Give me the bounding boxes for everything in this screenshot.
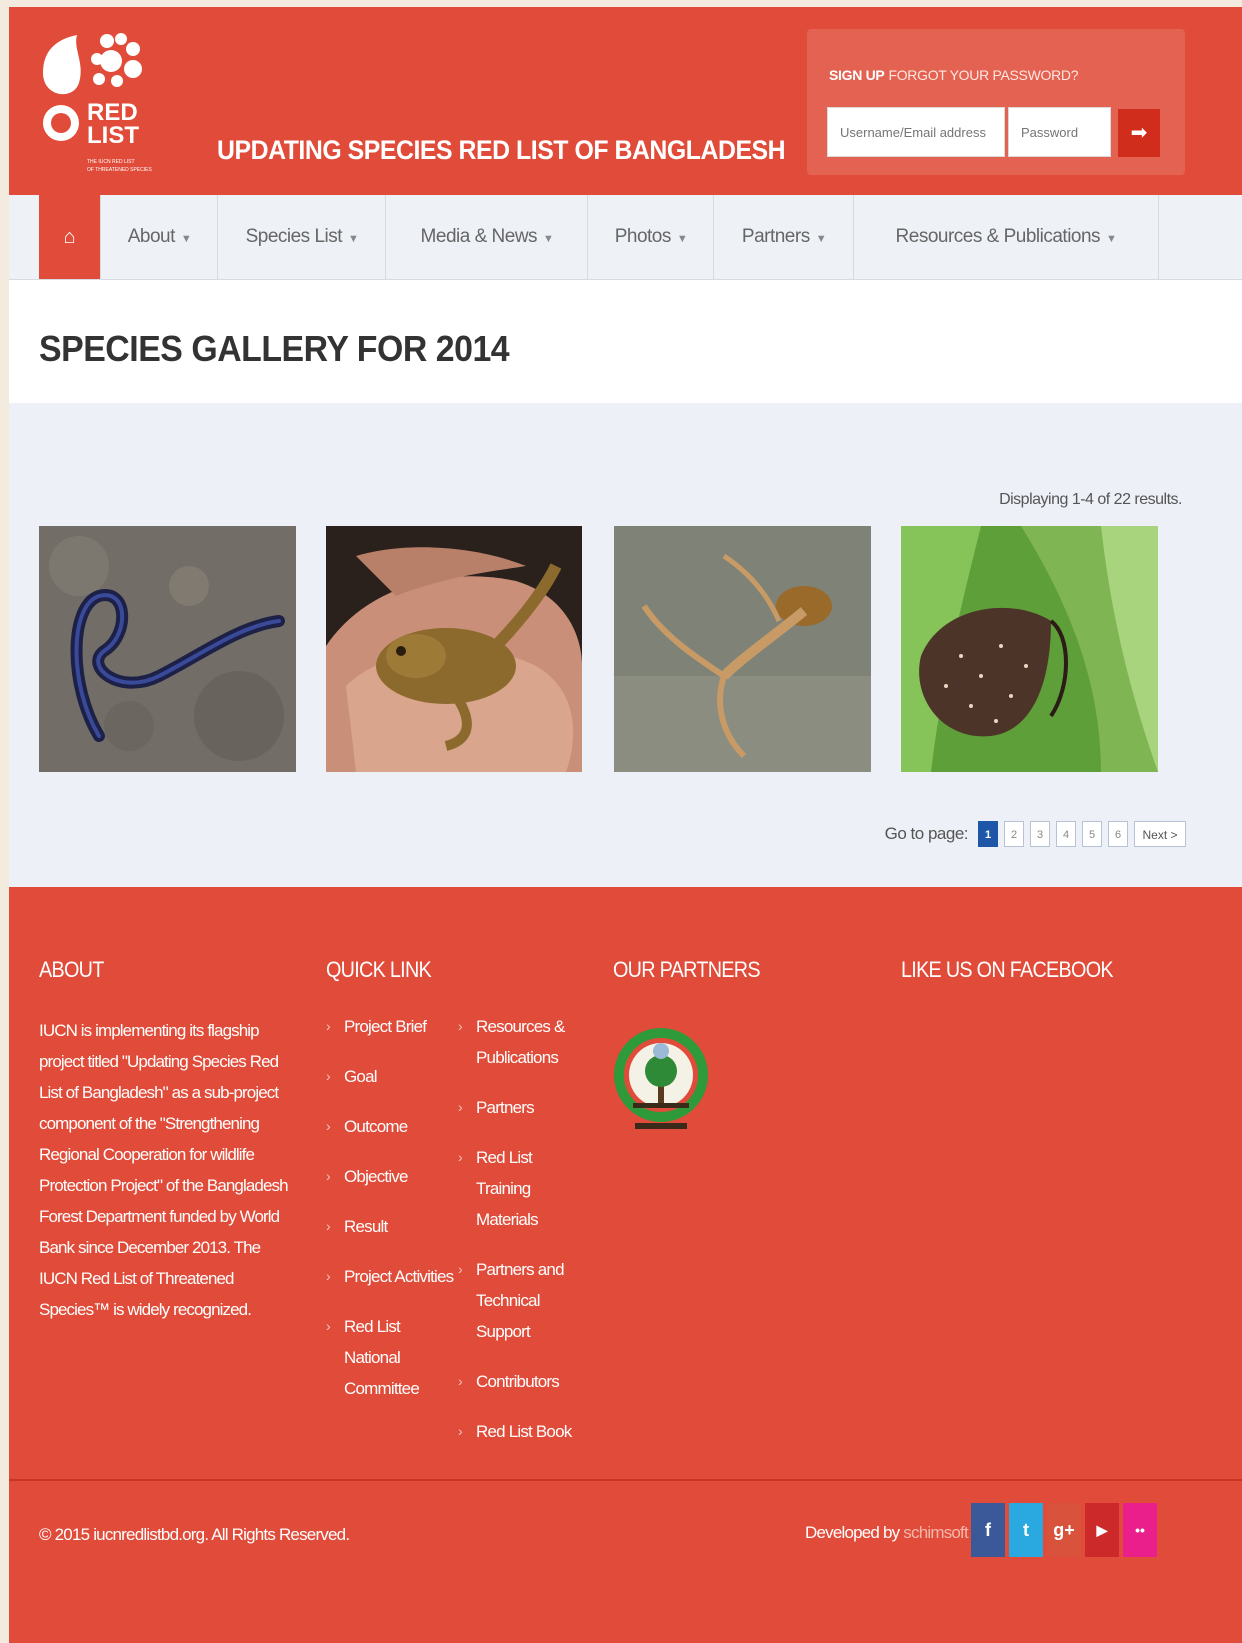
developed-by-label: Developed by (805, 1523, 900, 1542)
quick-link-goal[interactable]: Goal (326, 1061, 454, 1092)
nav-item-media-news[interactable]: Media & News ▼ (385, 195, 588, 279)
flickr-icon[interactable]: •• (1123, 1503, 1157, 1557)
forgot-password-link[interactable]: FORGOT YOUR PASSWORD? (888, 67, 1078, 83)
twitter-icon[interactable]: t (1009, 1503, 1043, 1557)
caret-down-icon: ▼ (348, 233, 359, 245)
nav-home-button[interactable]: ⌂ (39, 195, 100, 279)
results-summary: Displaying 1-4 of 22 results. (999, 491, 1182, 508)
title-band: SPECIES GALLERY FOR 2014 (9, 280, 1242, 403)
svg-text:THE IUCN RED LIST: THE IUCN RED LIST (87, 159, 135, 165)
quick-link-contributors[interactable]: Contributors (458, 1366, 586, 1397)
facebook-heading: LIKE US ON FACEBOOK (901, 957, 1114, 982)
quick-link-training-materials[interactable]: Red List Training Materials (458, 1142, 586, 1235)
copyright-text: © 2015 iucnredlistbd.org. All Rights Res… (39, 1525, 350, 1544)
quick-link-result[interactable]: Result (326, 1211, 454, 1242)
nav-label: Species List (245, 226, 343, 247)
google-plus-glyph: g+ (1053, 1520, 1075, 1540)
caret-down-icon: ▼ (1106, 233, 1117, 245)
gallery-image-worm[interactable] (39, 526, 296, 772)
quick-link-objective[interactable]: Objective (326, 1161, 454, 1192)
login-submit-button[interactable]: ➡ (1118, 109, 1160, 157)
nav-label: Resources & Publications (895, 226, 1101, 247)
about-heading: ABOUT (39, 957, 104, 982)
gallery-image-frog-in-hand[interactable] (326, 526, 582, 772)
nav-label: Partners (741, 226, 810, 247)
nav-label: Media & News (420, 226, 538, 247)
footer: ABOUT IUCN is implementing its flagship … (9, 887, 1242, 1479)
caret-down-icon: ▼ (676, 233, 688, 245)
site-header: RED LIST THE IUCN RED LIST OF THREATENED… (9, 7, 1242, 195)
gallery-image-frog-on-water[interactable] (614, 526, 871, 772)
login-box: SIGN UPFORGOT YOUR PASSWORD? ➡ (807, 29, 1185, 175)
main-nav: ⌂ About ▼ Species List ▼ Media & News ▼ Pho… (9, 195, 1242, 280)
quick-link-list-1: Project Brief Goal Outcome Objective Res… (326, 1011, 454, 1423)
red-list-logo[interactable]: RED LIST THE IUCN RED LIST OF THREATENED… (39, 25, 199, 189)
page-title: SPECIES GALLERY FOR 2014 (39, 328, 510, 369)
facebook-icon[interactable]: f (971, 1503, 1005, 1557)
gallery-image-butterfly[interactable] (901, 526, 1158, 772)
quick-link-resources[interactable]: Resources & Publications (458, 1011, 586, 1073)
pager-label: Go to page: (884, 824, 969, 843)
page-3-button[interactable]: 3 (1030, 821, 1050, 847)
nav-label: Photos (614, 226, 672, 247)
caret-down-icon: ▼ (180, 233, 192, 245)
svg-text:OF THREATENED SPECIES: OF THREATENED SPECIES (87, 167, 152, 173)
twitter-glyph: t (1023, 1520, 1029, 1540)
quick-link-red-list-book[interactable]: Red List Book (458, 1416, 586, 1447)
youtube-glyph: ▶ (1096, 1522, 1108, 1538)
quick-link-project-brief[interactable]: Project Brief (326, 1011, 454, 1042)
bottom-bar: © 2015 iucnredlistbd.org. All Rights Res… (9, 1479, 1242, 1643)
site-title: UPDATING SPECIES RED LIST OF BANGLADESH (217, 135, 786, 165)
quick-link-partners-technical-support[interactable]: Partners and Technical Support (458, 1254, 566, 1347)
nav-item-resources[interactable]: Resources & Publications ▼ (853, 195, 1159, 279)
caret-down-icon: ▼ (543, 233, 554, 245)
nav-label: About (127, 226, 176, 247)
nav-item-about[interactable]: About ▼ (100, 195, 218, 279)
next-page-button[interactable]: Next > (1134, 821, 1186, 847)
arrow-right-icon: ➡ (1130, 122, 1148, 144)
username-input[interactable] (827, 107, 1005, 157)
page-1-button[interactable]: 1 (978, 821, 998, 847)
page-4-button[interactable]: 4 (1056, 821, 1076, 847)
signup-link[interactable]: SIGN UP (829, 67, 885, 83)
nav-item-partners[interactable]: Partners ▼ (713, 195, 854, 279)
nav-item-photos[interactable]: Photos ▼ (587, 195, 714, 279)
quick-link-red-list-national-committee[interactable]: Red List National Committee (326, 1311, 420, 1404)
pagination: Go to page: 1 2 3 4 5 6 Next > (885, 819, 1186, 849)
page-5-button[interactable]: 5 (1082, 821, 1102, 847)
page-2-button[interactable]: 2 (1004, 821, 1024, 847)
quick-link-project-activities[interactable]: Project Activities (326, 1261, 454, 1292)
partners-heading: OUR PARTNERS (613, 957, 761, 982)
password-input[interactable] (1008, 107, 1111, 157)
forest-department-logo[interactable] (613, 1015, 709, 1160)
page: RED LIST THE IUCN RED LIST OF THREATENED… (9, 7, 1242, 1643)
page-6-button[interactable]: 6 (1108, 821, 1128, 847)
quick-link-list-2: Resources & Publications Partners Red Li… (458, 1011, 586, 1466)
developed-by: Developed by schimsoft (805, 1523, 969, 1543)
nav-item-species-list[interactable]: Species List ▼ (217, 195, 386, 279)
caret-down-icon: ▼ (815, 233, 827, 245)
login-links: SIGN UP FORGOT YOUR PASSWORD? (829, 67, 1079, 83)
flickr-glyph: •• (1135, 1522, 1145, 1538)
quick-link-outcome[interactable]: Outcome (326, 1111, 454, 1142)
facebook-glyph: f (985, 1520, 991, 1540)
home-icon: ⌂ (63, 226, 76, 248)
about-text: IUCN is implementing its flagship projec… (39, 1021, 289, 1319)
quick-link-heading: QUICK LINK (326, 957, 432, 982)
quick-link-partners[interactable]: Partners (458, 1092, 586, 1123)
youtube-icon[interactable]: ▶ (1085, 1503, 1119, 1557)
google-plus-icon[interactable]: g+ (1047, 1503, 1081, 1557)
svg-text:LIST: LIST (87, 122, 139, 149)
developer-link[interactable]: schimsoft (903, 1523, 968, 1542)
